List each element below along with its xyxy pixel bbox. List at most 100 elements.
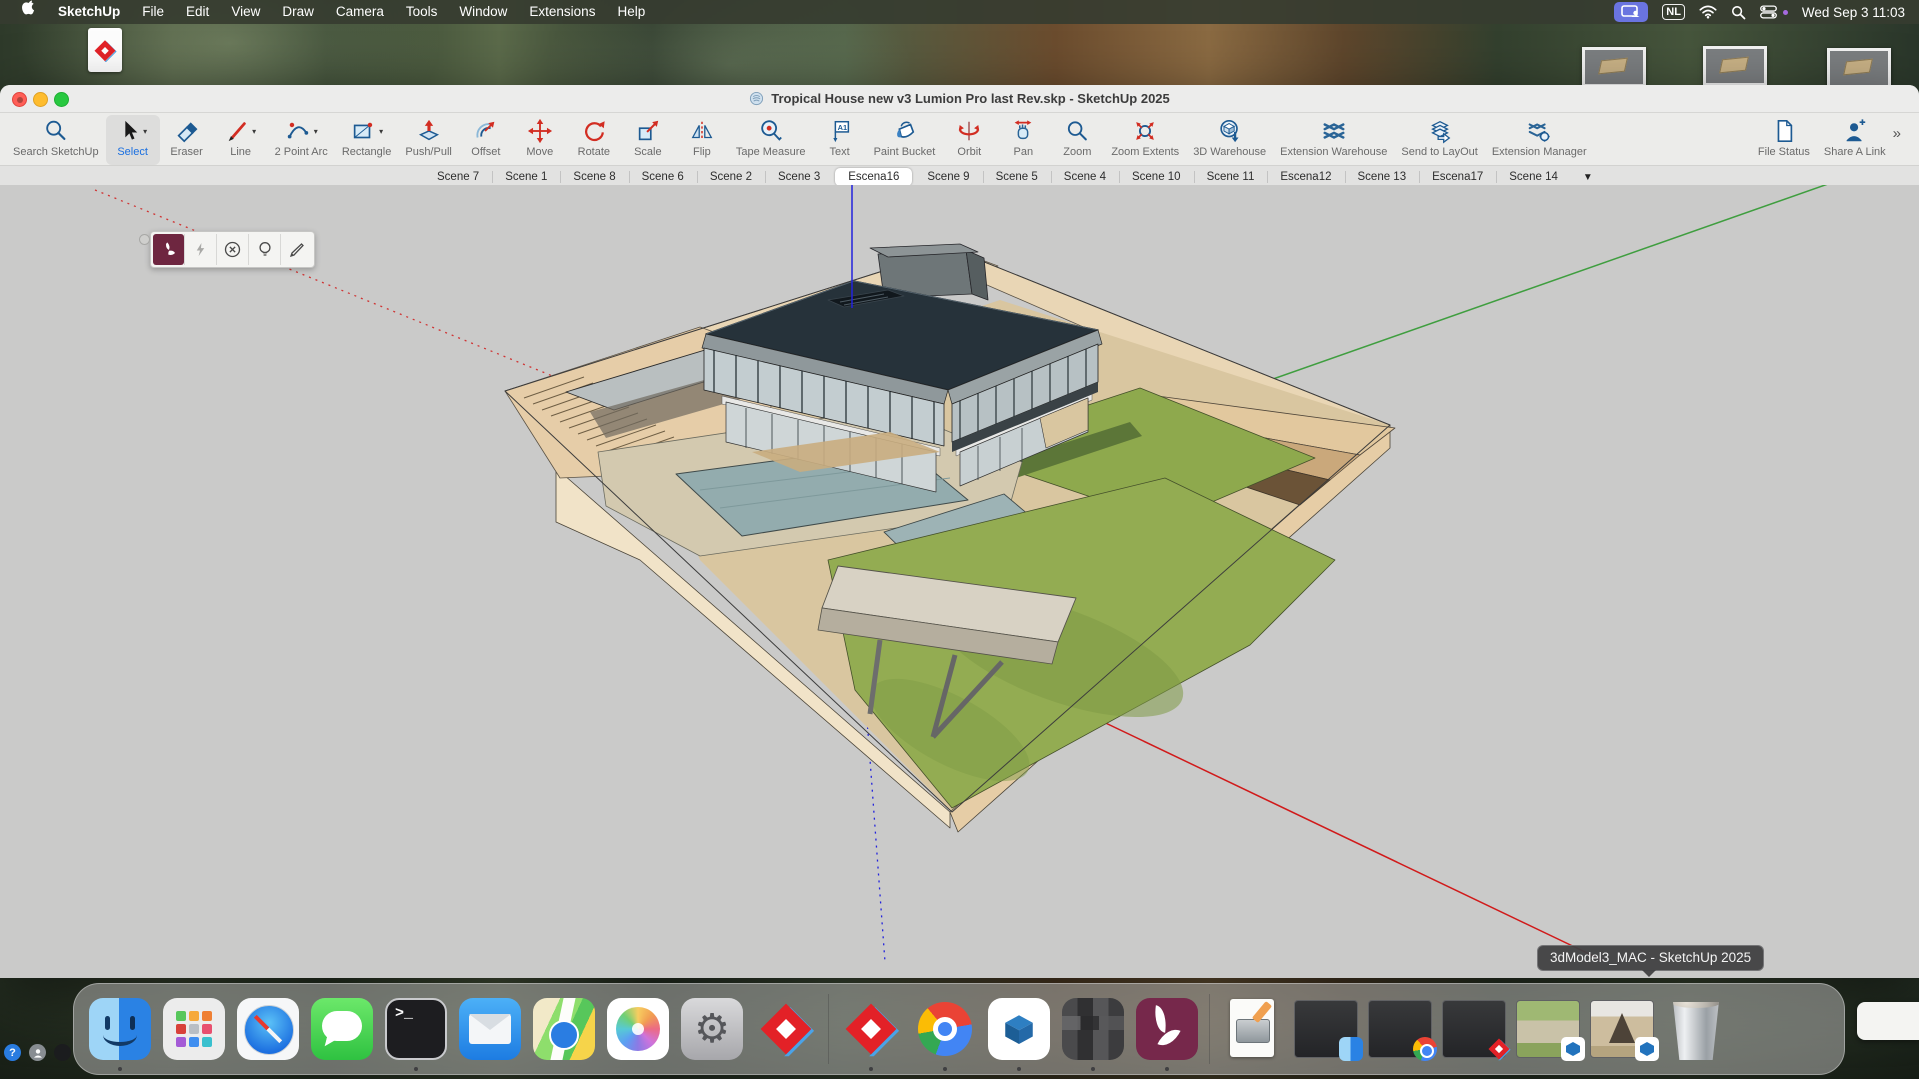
close-button[interactable] bbox=[12, 92, 27, 107]
dock-photos[interactable] bbox=[606, 997, 670, 1061]
menu-camera[interactable]: Camera bbox=[325, 0, 395, 24]
scene-tab[interactable]: Scene 10 bbox=[1119, 167, 1194, 187]
tool-paint-bucket[interactable]: Paint Bucket bbox=[867, 115, 943, 165]
scene-tab[interactable]: Scene 3 bbox=[765, 167, 833, 187]
dock-sketchup[interactable] bbox=[754, 997, 818, 1061]
screen-mirroring-icon[interactable] bbox=[1614, 2, 1648, 22]
scene-tab[interactable]: Scene 4 bbox=[1051, 167, 1119, 187]
control-center-icon[interactable] bbox=[1760, 5, 1777, 19]
livesync-lights-button[interactable] bbox=[248, 234, 280, 265]
toolbar-overflow-chevron[interactable]: » bbox=[1893, 125, 1909, 156]
dock-disk-image-file[interactable] bbox=[1220, 997, 1284, 1061]
tool-2-point-arc[interactable]: ▾ 2 Point Arc bbox=[268, 115, 335, 165]
wifi-icon[interactable] bbox=[1699, 5, 1717, 19]
tool-scale[interactable]: Scale bbox=[621, 115, 675, 165]
tool-rectangle[interactable]: ▾ Rectangle bbox=[335, 115, 399, 165]
scene-tab[interactable]: Scene 6 bbox=[629, 167, 697, 187]
scene-tab[interactable]: Escena12 bbox=[1267, 167, 1344, 187]
scene-tab[interactable]: Scene 11 bbox=[1194, 167, 1268, 187]
dock-minimized-3dw-model-2[interactable] bbox=[1590, 997, 1654, 1061]
dropdown-caret-icon[interactable]: ▾ bbox=[314, 127, 318, 136]
scene-tab[interactable]: Scene 2 bbox=[697, 167, 765, 187]
livesync-stop-button[interactable] bbox=[216, 234, 248, 265]
background-window-edge[interactable] bbox=[1857, 1002, 1919, 1040]
menu-app-name[interactable]: SketchUp bbox=[47, 0, 131, 24]
scene-tabs-dropdown[interactable]: ▼ bbox=[1571, 172, 1605, 183]
desktop-screenshot-thumbnail-1[interactable] bbox=[1582, 47, 1646, 87]
scene-tab[interactable]: Scene 9 bbox=[914, 167, 982, 187]
scene-tab[interactable]: Scene 13 bbox=[1345, 167, 1420, 187]
dock-unknown-app[interactable] bbox=[1061, 997, 1125, 1061]
dock-chrome[interactable] bbox=[913, 997, 977, 1061]
desktop-sketchup-file-icon[interactable] bbox=[88, 28, 122, 72]
scene-tab[interactable]: Scene 14 bbox=[1496, 167, 1571, 187]
tool-move[interactable]: Move bbox=[513, 115, 567, 165]
dock-minimized-window-finder[interactable] bbox=[1294, 997, 1358, 1061]
dock-system-settings[interactable]: ⚙ bbox=[680, 997, 744, 1061]
tool-line[interactable]: ▾ Line bbox=[214, 115, 268, 165]
tool-flip[interactable]: Flip bbox=[675, 115, 729, 165]
scene-tab[interactable]: Scene 5 bbox=[983, 167, 1051, 187]
livesync-refresh-button[interactable] bbox=[184, 234, 216, 265]
user-badge-icon[interactable] bbox=[29, 1044, 46, 1061]
dock-launchpad[interactable] bbox=[162, 997, 226, 1061]
menu-draw[interactable]: Draw bbox=[271, 0, 325, 24]
dock-messages[interactable] bbox=[310, 997, 374, 1061]
dock-minimized-window-sketchup[interactable] bbox=[1442, 997, 1506, 1061]
tool-zoom[interactable]: Zoom bbox=[1050, 115, 1104, 165]
tool-share-a-link[interactable]: Share A Link bbox=[1817, 115, 1893, 165]
spotlight-search-icon[interactable] bbox=[1731, 5, 1746, 20]
dropdown-caret-icon[interactable]: ▾ bbox=[252, 127, 256, 136]
tool-eraser[interactable]: Eraser bbox=[160, 115, 214, 165]
scene-tab[interactable]: Scene 7 bbox=[424, 167, 492, 187]
tool-select[interactable]: ▾ Select bbox=[106, 115, 160, 165]
input-source-indicator[interactable]: NL bbox=[1662, 4, 1685, 20]
menu-help[interactable]: Help bbox=[606, 0, 656, 24]
dock-minimized-window-chrome[interactable] bbox=[1368, 997, 1432, 1061]
dock-3d-warehouse-app[interactable] bbox=[987, 997, 1051, 1061]
dock-safari[interactable] bbox=[236, 997, 300, 1061]
livesync-toggle-button[interactable] bbox=[153, 234, 184, 265]
model-viewport[interactable] bbox=[0, 185, 1919, 978]
desktop-screenshot-thumbnail-2[interactable] bbox=[1703, 46, 1767, 86]
tool-push-pull[interactable]: Push/Pull bbox=[398, 115, 458, 165]
tool-zoom-extents[interactable]: Zoom Extents bbox=[1104, 115, 1186, 165]
apple-menu[interactable] bbox=[10, 0, 47, 25]
dock-sketchup-running[interactable] bbox=[839, 997, 903, 1061]
zoom-window-button[interactable] bbox=[54, 92, 69, 107]
dock-lumion[interactable] bbox=[1135, 997, 1199, 1061]
dropdown-caret-icon[interactable]: ▾ bbox=[143, 127, 147, 136]
help-badge-icon[interactable]: ? bbox=[4, 1044, 21, 1061]
minimize-button[interactable] bbox=[33, 92, 48, 107]
menu-edit[interactable]: Edit bbox=[175, 0, 220, 24]
tool-send-to-layout[interactable]: Send to LayOut bbox=[1394, 115, 1484, 165]
menu-file[interactable]: File bbox=[131, 0, 175, 24]
livesync-materials-button[interactable] bbox=[280, 234, 312, 265]
tool-text[interactable]: A1 Text bbox=[813, 115, 867, 165]
dock-mail[interactable] bbox=[458, 997, 522, 1061]
menu-tools[interactable]: Tools bbox=[395, 0, 449, 24]
tool-rotate[interactable]: Rotate bbox=[567, 115, 621, 165]
menu-window[interactable]: Window bbox=[448, 0, 518, 24]
tool-search-sketchup[interactable]: Search SketchUp bbox=[6, 115, 106, 165]
menu-view[interactable]: View bbox=[220, 0, 271, 24]
tool-tape-measure[interactable]: Tape Measure bbox=[729, 115, 813, 165]
scene-tab[interactable]: Scene 1 bbox=[492, 167, 560, 187]
scene-tab[interactable]: Scene 8 bbox=[560, 167, 628, 187]
desktop-screenshot-thumbnail-3[interactable] bbox=[1827, 48, 1891, 88]
dock-finder[interactable] bbox=[88, 997, 152, 1061]
dock-trash[interactable] bbox=[1664, 997, 1728, 1061]
tool-file-status[interactable]: File Status bbox=[1751, 115, 1817, 165]
dropdown-caret-icon[interactable]: ▾ bbox=[379, 127, 383, 136]
tool-3d-warehouse[interactable]: 3D Warehouse bbox=[1186, 115, 1273, 165]
scene-tab-active[interactable]: Escena16 bbox=[835, 168, 912, 186]
dock-minimized-3dw-model-1[interactable] bbox=[1516, 997, 1580, 1061]
tool-extension-manager[interactable]: Extension Manager bbox=[1485, 115, 1594, 165]
dock-maps[interactable] bbox=[532, 997, 596, 1061]
dark-badge-icon[interactable] bbox=[54, 1044, 71, 1061]
scene-tab[interactable]: Escena17 bbox=[1419, 167, 1496, 187]
window-title-bar[interactable]: Tropical House new v3 Lumion Pro last Re… bbox=[0, 85, 1919, 113]
tool-orbit[interactable]: Orbit bbox=[942, 115, 996, 165]
model-canvas[interactable] bbox=[0, 185, 1919, 978]
dock-terminal[interactable] bbox=[384, 997, 448, 1061]
